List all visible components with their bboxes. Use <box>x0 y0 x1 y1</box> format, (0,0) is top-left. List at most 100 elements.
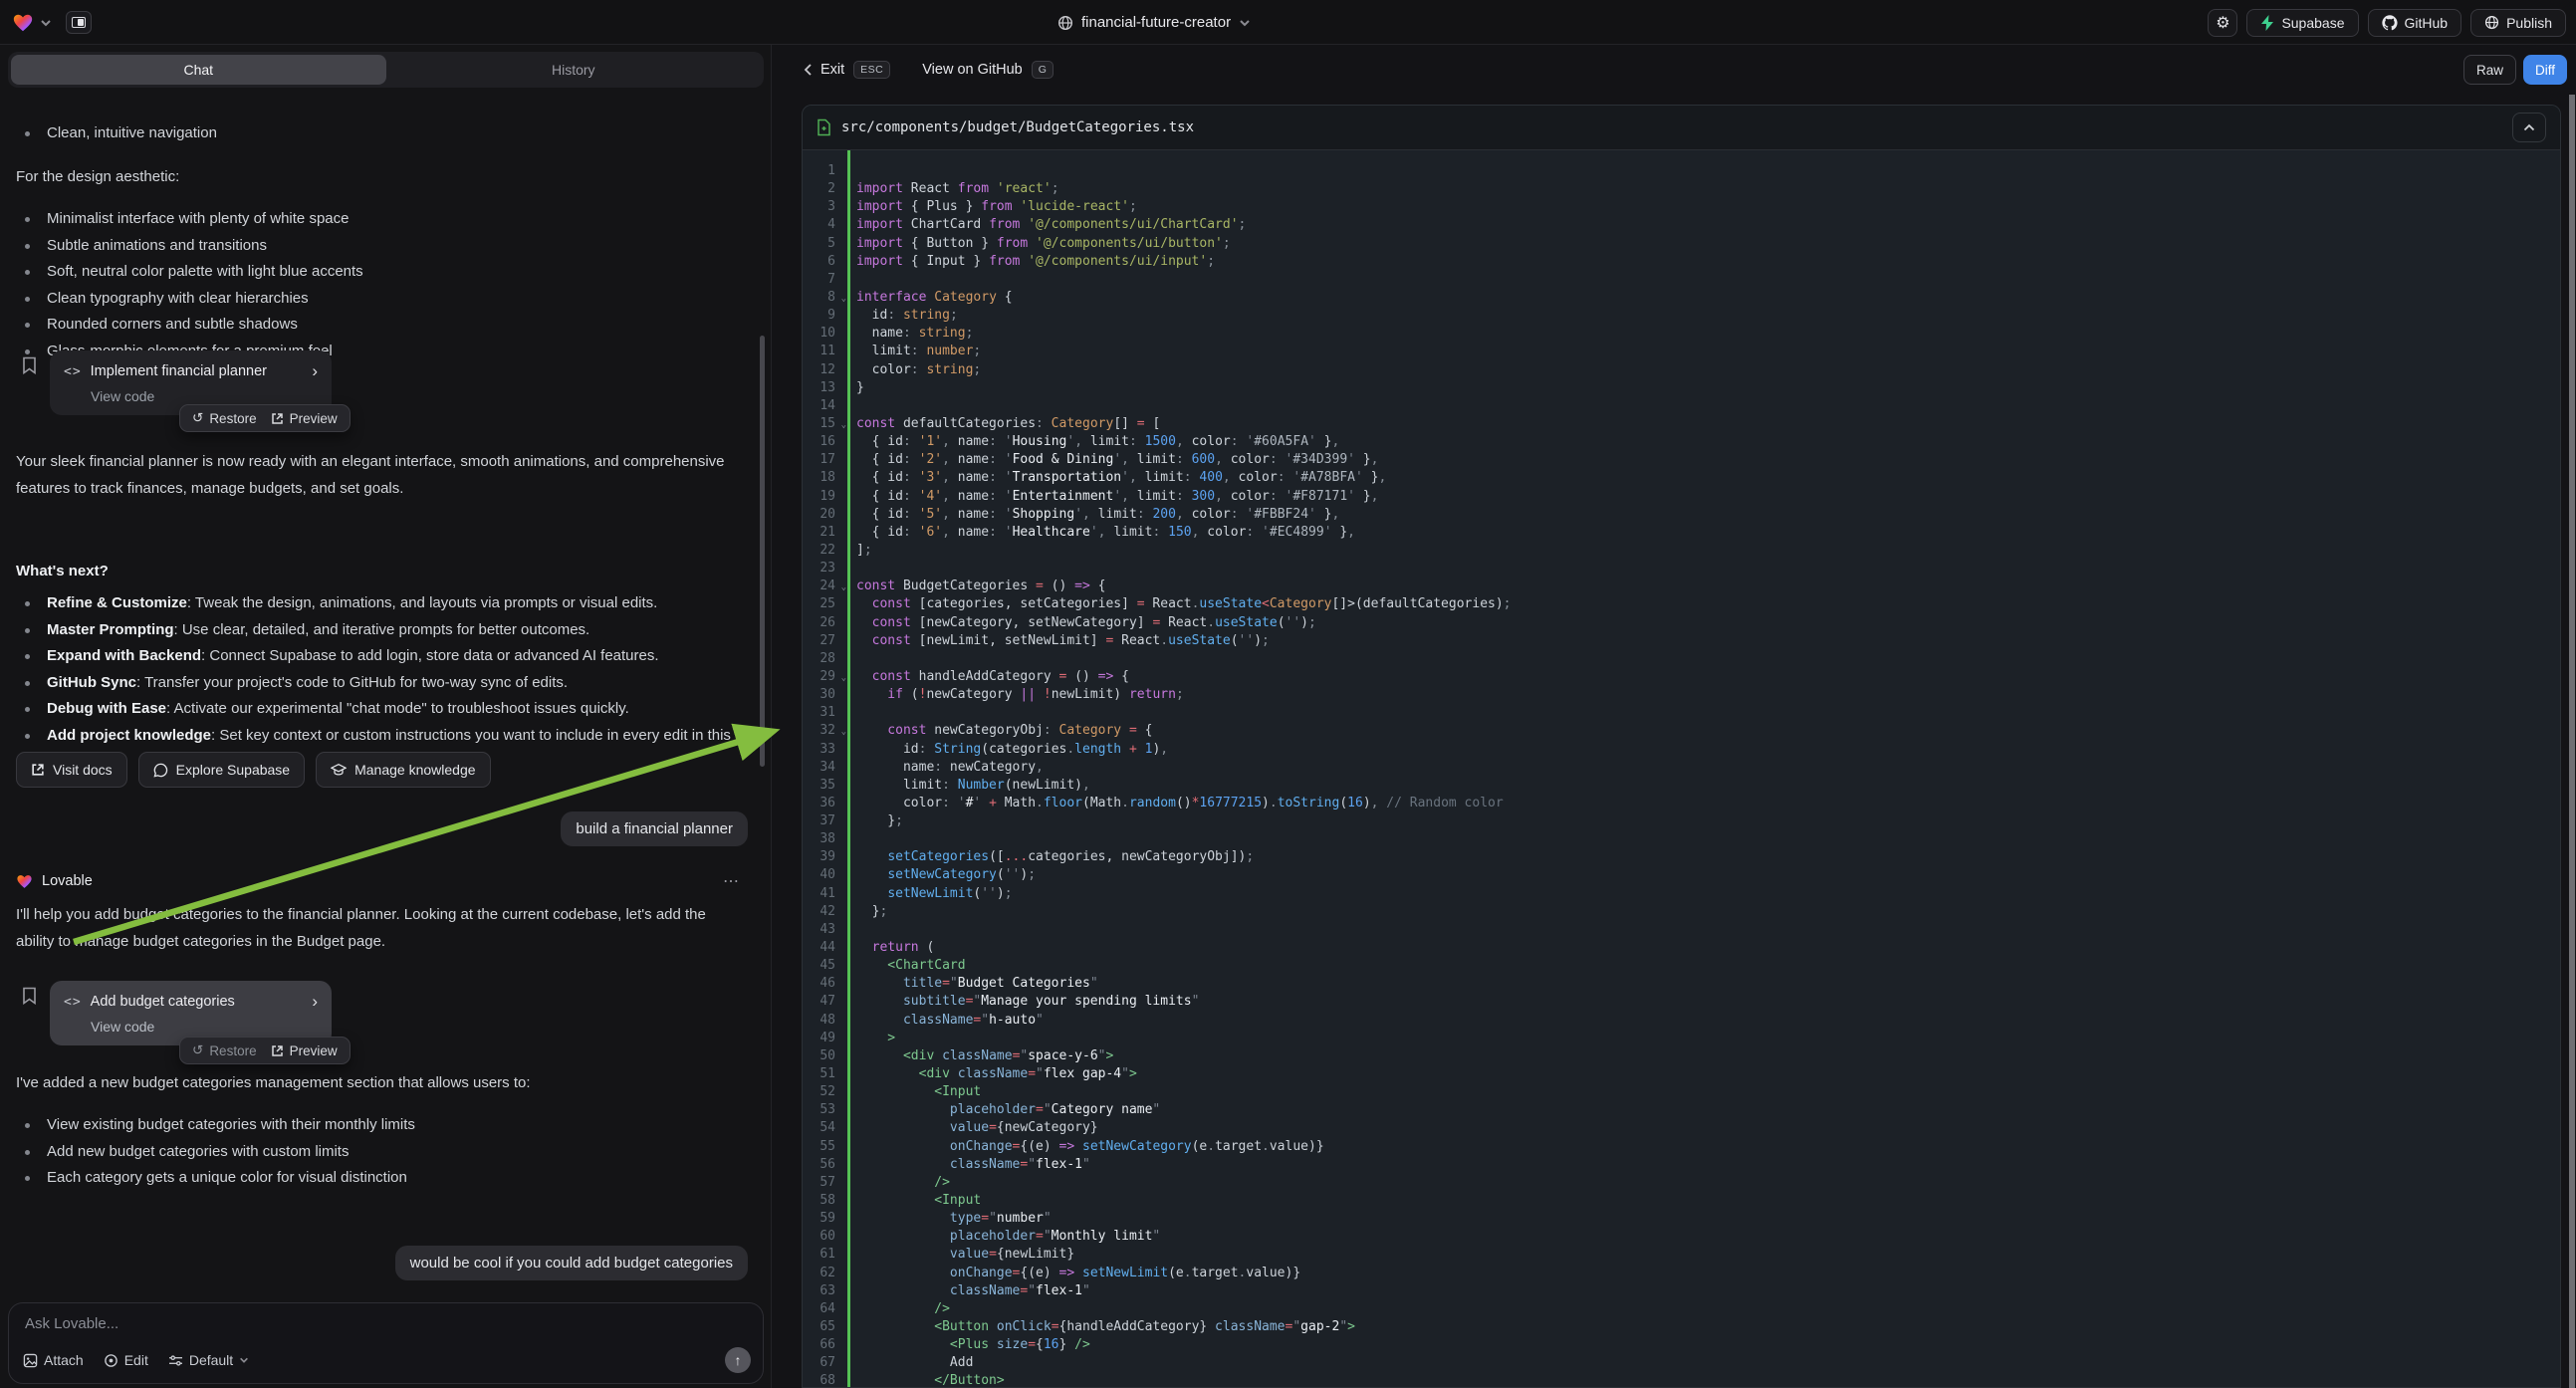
toggle-sidebar-button[interactable] <box>66 11 92 34</box>
list-item: Clean typography with clear hierarchies <box>16 286 741 313</box>
project-name: financial-future-creator <box>1081 14 1231 31</box>
fold-chevron-icon[interactable]: ⌄ <box>841 669 846 687</box>
logo-chevron-down-icon[interactable] <box>40 17 52 29</box>
code-line: 19 { id: '4', name: 'Entertainment', lim… <box>803 488 2560 506</box>
assistant-paragraph-1: Your sleek financial planner is now read… <box>16 448 741 502</box>
view-code-link[interactable]: View code <box>91 388 318 404</box>
restore-button[interactable]: ↺Restore <box>192 410 257 426</box>
fold-chevron-icon[interactable]: ⌄ <box>841 578 846 596</box>
line-number: 66 <box>803 1336 838 1354</box>
supabase-button[interactable]: Supabase <box>2246 9 2358 37</box>
line-number: 65 <box>803 1318 838 1336</box>
code-line: 10 name: string; <box>803 325 2560 343</box>
tab-chat[interactable]: Chat <box>11 55 386 85</box>
assistant-paragraph-2: I'll help you add budget categories to t… <box>16 901 741 955</box>
chevron-up-icon <box>2523 123 2535 131</box>
code-line: 66 <Plus size={16} /> <box>803 1336 2560 1354</box>
external-link-icon <box>271 412 284 425</box>
code-viewer-panel: Exit ESC View on GitHub G Raw Diff src/c… <box>772 45 2576 1388</box>
list-item: Add new budget categories with custom li… <box>16 1139 741 1166</box>
lovable-heart-icon <box>16 873 33 890</box>
code-line: 61 value={newLimit} <box>803 1246 2560 1264</box>
code-icon: <> <box>64 364 82 379</box>
top-bar: financial-future-creator ⚙ Supabase GitH… <box>0 0 2576 45</box>
manage-knowledge-button[interactable]: Manage knowledge <box>316 752 490 788</box>
chevron-right-icon[interactable]: › <box>312 992 318 1012</box>
code-line: 38 <box>803 830 2560 848</box>
version-actions-pill-2: ↺Restore Preview <box>179 1037 351 1064</box>
assistant-name: Lovable <box>42 873 93 889</box>
bookmark-icon[interactable] <box>22 356 37 374</box>
gear-icon: ⚙ <box>2216 13 2229 33</box>
diff-toggle-button[interactable]: Diff <box>2523 55 2567 85</box>
file-card: src/components/budget/BudgetCategories.t… <box>802 105 2561 1388</box>
view-code-link[interactable]: View code <box>91 1019 318 1035</box>
raw-toggle-button[interactable]: Raw <box>2463 55 2516 85</box>
code-line: 1 <box>803 162 2560 180</box>
list-item: Debug with Ease: Activate our experiment… <box>16 696 741 723</box>
visit-docs-button[interactable]: Visit docs <box>16 752 127 788</box>
esc-key-badge: ESC <box>853 61 890 79</box>
code-line: 18 { id: '3', name: 'Transportation', li… <box>803 469 2560 487</box>
lovable-heart-logo-icon[interactable] <box>12 12 34 34</box>
view-on-github-button[interactable]: View on GitHub <box>922 62 1022 78</box>
code-line: 50 <div className="space-y-6"> <box>803 1047 2560 1065</box>
chevron-right-icon[interactable]: › <box>312 361 318 381</box>
code-line: 20 { id: '5', name: 'Shopping', limit: 2… <box>803 506 2560 524</box>
line-number: 36 <box>803 795 838 812</box>
github-button[interactable]: GitHub <box>2368 9 2462 37</box>
chat-scrollbar[interactable] <box>760 336 765 767</box>
file-card-header[interactable]: src/components/budget/BudgetCategories.t… <box>803 106 2560 150</box>
tab-history[interactable]: History <box>386 55 762 85</box>
code-editor[interactable]: 12import React from 'react';3import { Pl… <box>803 150 2560 1388</box>
edit-mode-button[interactable]: Edit <box>104 1352 148 1368</box>
publish-button[interactable]: Publish <box>2470 9 2566 37</box>
code-line: 63 className="flex-1" <box>803 1282 2560 1300</box>
line-number: 6 <box>803 253 838 271</box>
list-item: View existing budget categories with the… <box>16 1112 741 1139</box>
user-message-bubble: build a financial planner <box>561 811 748 846</box>
restore-button-disabled[interactable]: ↺Restore <box>192 1042 257 1058</box>
list-item: Refine & Customize: Tweak the design, an… <box>16 590 741 617</box>
line-number: 18 <box>803 469 838 487</box>
chat-input[interactable]: Ask Lovable... <box>25 1315 747 1332</box>
attach-button[interactable]: Attach <box>23 1352 84 1368</box>
chat-panel: Chat History Clean, intuitive navigation… <box>0 45 772 1388</box>
window-scrollbar[interactable] <box>2569 95 2575 1388</box>
settings-button[interactable]: ⚙ <box>2208 9 2237 37</box>
supabase-bolt-icon <box>2260 15 2274 31</box>
line-number: 24⌄ <box>803 578 838 595</box>
line-number: 43 <box>803 921 838 939</box>
code-line: 30 if (!newCategory || !newLimit) return… <box>803 686 2560 704</box>
fold-chevron-icon[interactable]: ⌄ <box>841 416 846 434</box>
line-number: 4 <box>803 216 838 234</box>
preview-button[interactable]: Preview <box>271 1043 338 1058</box>
bookmark-icon[interactable] <box>22 987 37 1005</box>
collapse-file-button[interactable] <box>2512 113 2546 142</box>
preview-button[interactable]: Preview <box>271 411 338 426</box>
project-switcher[interactable]: financial-future-creator <box>1057 0 1251 45</box>
line-number: 9 <box>803 307 838 325</box>
explore-supabase-button[interactable]: Explore Supabase <box>138 752 305 788</box>
fold-chevron-icon[interactable]: ⌄ <box>841 723 846 741</box>
send-button[interactable]: ↑ <box>725 1347 751 1373</box>
code-line: 47 subtitle="Manage your spending limits… <box>803 993 2560 1011</box>
message-menu-button[interactable]: ⋯ <box>723 871 741 891</box>
line-number: 8⌄ <box>803 289 838 307</box>
exit-button[interactable]: Exit <box>804 62 844 78</box>
chat-composer[interactable]: Ask Lovable... Attach Edit <box>8 1302 764 1384</box>
line-number: 23 <box>803 560 838 578</box>
design-bullet-list: Minimalist interface with plenty of whit… <box>16 206 741 364</box>
code-line: 26 const [newCategory, setNewCategory] =… <box>803 614 2560 632</box>
line-number: 49 <box>803 1030 838 1047</box>
code-line: 34 name: newCategory, <box>803 759 2560 777</box>
code-line: 9 id: string; <box>803 307 2560 325</box>
code-line: 24⌄const BudgetCategories = () => { <box>803 578 2560 595</box>
model-selector[interactable]: Default <box>168 1352 249 1368</box>
line-number: 51 <box>803 1065 838 1083</box>
version-card-title: Implement financial planner <box>91 363 267 379</box>
fold-chevron-icon[interactable]: ⌄ <box>841 290 846 308</box>
code-icon: <> <box>64 995 82 1010</box>
line-number: 16 <box>803 433 838 451</box>
code-line: 45 <ChartCard <box>803 957 2560 975</box>
